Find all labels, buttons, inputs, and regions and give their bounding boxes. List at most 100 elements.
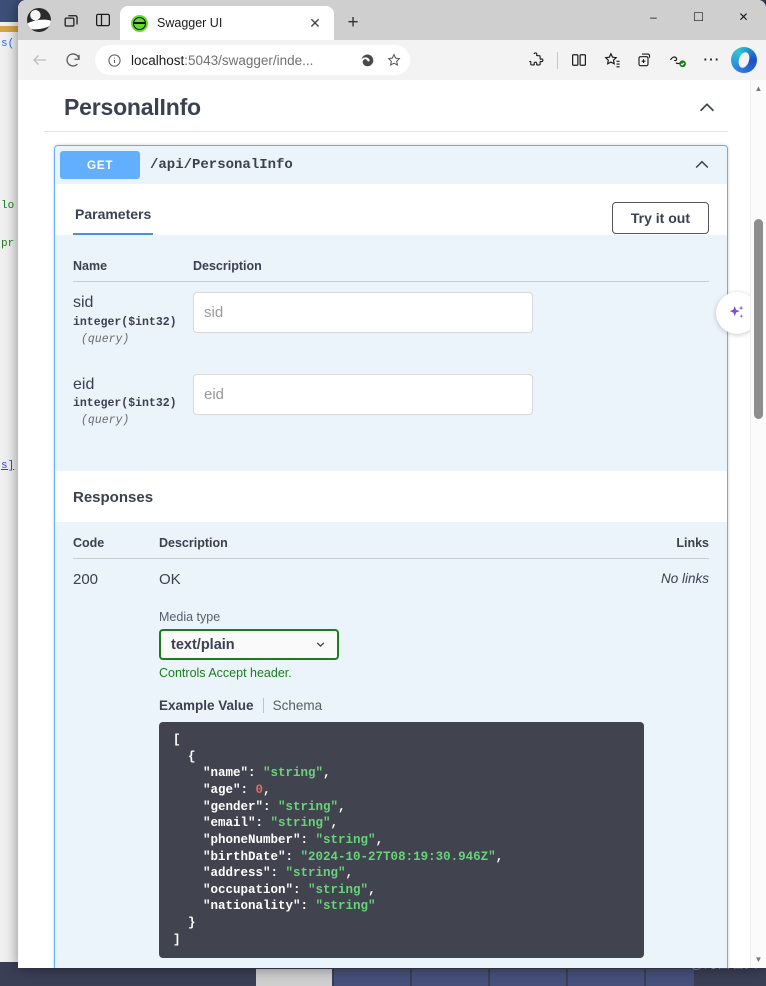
browser-essentials-button[interactable] bbox=[662, 44, 694, 76]
page-viewport: PersonalInfo GET /api/PersonalInfo Param… bbox=[18, 80, 766, 968]
parameters-tabs-row: Parameters Try it out bbox=[55, 184, 727, 235]
refresh-icon bbox=[66, 53, 80, 67]
sidebar-icon bbox=[95, 13, 111, 27]
example-schema-tabs: Example Value Schema bbox=[159, 698, 644, 714]
tab-divider bbox=[262, 698, 264, 714]
parameters-table: Name Description sid integer($int32) (qu… bbox=[73, 249, 709, 445]
copilot-icon bbox=[731, 47, 757, 73]
split-screen-button[interactable] bbox=[563, 44, 595, 76]
info-icon bbox=[107, 53, 121, 67]
chevron-down-icon bbox=[314, 638, 327, 651]
opblock-summary[interactable]: GET /api/PersonalInfo bbox=[55, 146, 727, 184]
parameter-name: sid bbox=[73, 294, 94, 311]
collections-icon bbox=[638, 53, 651, 67]
parameter-input-eid[interactable] bbox=[193, 373, 533, 415]
media-type-select[interactable]: text/plain bbox=[159, 629, 339, 661]
http-method-badge: GET bbox=[60, 151, 140, 179]
taskbar-item[interactable] bbox=[568, 969, 644, 986]
parameter-input-sid[interactable] bbox=[193, 292, 533, 333]
profile-button[interactable] bbox=[24, 5, 54, 35]
tab-example-value[interactable]: Example Value bbox=[159, 698, 254, 713]
parameters-header-row: Name Description bbox=[73, 249, 709, 282]
example-response-code[interactable]: [ { "name": "string", "age": 0, "gender"… bbox=[159, 722, 644, 959]
copy-tabs-icon bbox=[64, 14, 78, 27]
edge-logo-icon bbox=[361, 53, 373, 66]
responses-header-row: Code Description Links bbox=[73, 524, 709, 560]
scrollbar-track[interactable] bbox=[751, 97, 766, 951]
favorites-icon bbox=[603, 51, 620, 67]
responses-section: Code Description Links 200 OK Media type… bbox=[55, 522, 727, 968]
browser-settings-button[interactable]: ⋯ bbox=[695, 44, 727, 76]
browser-toolbar-icons: ⋯ bbox=[520, 44, 760, 76]
parameters-section: Name Description sid integer($int32) (qu… bbox=[55, 235, 727, 472]
taskbar-item[interactable] bbox=[490, 969, 566, 986]
address-bar[interactable]: localhost:5043/swagger/inde... bbox=[95, 45, 410, 75]
tag-header-personalinfo[interactable]: PersonalInfo bbox=[44, 80, 728, 132]
opblock-get-personalinfo: GET /api/PersonalInfo Parameters Try it … bbox=[54, 145, 728, 968]
bookmark-star-icon[interactable] bbox=[384, 50, 404, 70]
copilot-button[interactable] bbox=[728, 44, 760, 76]
opblock-collapse-icon[interactable] bbox=[692, 155, 722, 175]
collections-button[interactable] bbox=[629, 44, 661, 76]
opblock-body: Parameters Try it out Name Description s… bbox=[55, 184, 727, 968]
window-minimize-button[interactable]: – bbox=[631, 0, 676, 33]
copilot-sparkle-button[interactable] bbox=[716, 292, 750, 334]
sidebar-toggle-button[interactable] bbox=[88, 5, 118, 35]
media-type-value: text/plain bbox=[171, 636, 235, 653]
tab-close-button[interactable]: ✕ bbox=[304, 12, 326, 34]
tab-strip: Swagger UI ✕ + – ☐ ✕ bbox=[18, 0, 766, 40]
scrollbar-thumb[interactable] bbox=[754, 219, 763, 419]
parameter-input-cell bbox=[193, 282, 709, 364]
split-screen-icon bbox=[572, 54, 586, 66]
edge-refresh-icon[interactable] bbox=[357, 50, 377, 70]
window-maximize-button[interactable]: ☐ bbox=[676, 0, 721, 33]
new-tab-button[interactable]: + bbox=[338, 8, 368, 38]
col-header-name: Name bbox=[73, 249, 193, 282]
parameter-location: (query) bbox=[81, 414, 130, 428]
parameter-type: integer($int32) bbox=[73, 315, 177, 329]
site-info-icon[interactable] bbox=[104, 50, 124, 70]
scroll-up-button[interactable]: ▲ bbox=[755, 80, 763, 97]
back-button[interactable] bbox=[24, 44, 56, 76]
tab-schema[interactable]: Schema bbox=[273, 698, 323, 713]
response-code: 200 bbox=[73, 571, 99, 589]
parameter-name: eid bbox=[73, 375, 95, 393]
accept-header-note: Controls Accept header. bbox=[159, 666, 292, 681]
parameter-name-cell: eid integer($int32) (query) bbox=[73, 364, 193, 446]
tab-search-button[interactable] bbox=[56, 5, 86, 35]
tab-parameters[interactable]: Parameters bbox=[73, 200, 154, 235]
arrow-left-icon bbox=[33, 55, 46, 65]
table-row: sid integer($int32) (query) bbox=[73, 282, 709, 364]
favorites-button[interactable] bbox=[596, 44, 628, 76]
extensions-button[interactable] bbox=[520, 44, 552, 76]
reload-button[interactable] bbox=[57, 44, 89, 76]
page-title: PersonalInfo bbox=[64, 94, 201, 120]
chevron-up-icon bbox=[699, 102, 715, 111]
taskbar-item[interactable] bbox=[412, 969, 488, 986]
parameter-location: (query) bbox=[81, 332, 130, 346]
table-row: eid integer($int32) (query) bbox=[73, 364, 709, 446]
responses-title: Responses bbox=[55, 471, 727, 523]
try-it-out-button[interactable]: Try it out bbox=[611, 201, 709, 234]
taskbar-item[interactable] bbox=[334, 969, 410, 986]
browser-tab-swagger-ui[interactable]: Swagger UI ✕ bbox=[120, 6, 334, 40]
address-path: :5043/swagger/inde... bbox=[184, 52, 314, 68]
col-header-code: Code bbox=[73, 524, 159, 560]
taskbar-item[interactable] bbox=[256, 969, 332, 986]
window-close-button[interactable]: ✕ bbox=[721, 0, 766, 33]
swagger-ui-root: PersonalInfo GET /api/PersonalInfo Param… bbox=[18, 80, 750, 968]
responses-table: Code Description Links 200 OK Media type… bbox=[73, 524, 709, 959]
swagger-favicon-icon bbox=[131, 14, 148, 32]
navigation-toolbar: localhost:5043/swagger/inde... ⋯ bbox=[18, 40, 766, 80]
tab-title: Swagger UI bbox=[157, 16, 223, 30]
parameter-name-cell: sid integer($int32) (query) bbox=[73, 282, 193, 364]
scroll-down-button[interactable]: ▼ bbox=[755, 951, 763, 968]
window-controls: – ☐ ✕ bbox=[631, 0, 766, 40]
browser-essentials-icon bbox=[669, 56, 686, 68]
col-header-description: Description bbox=[193, 249, 709, 282]
tag-collapse-icon[interactable] bbox=[696, 97, 718, 119]
response-description: OK bbox=[159, 571, 181, 589]
toolbar-separator bbox=[557, 51, 558, 69]
page-scrollbar[interactable]: ▲ ▼ bbox=[750, 80, 766, 968]
extensions-icon bbox=[529, 52, 544, 66]
